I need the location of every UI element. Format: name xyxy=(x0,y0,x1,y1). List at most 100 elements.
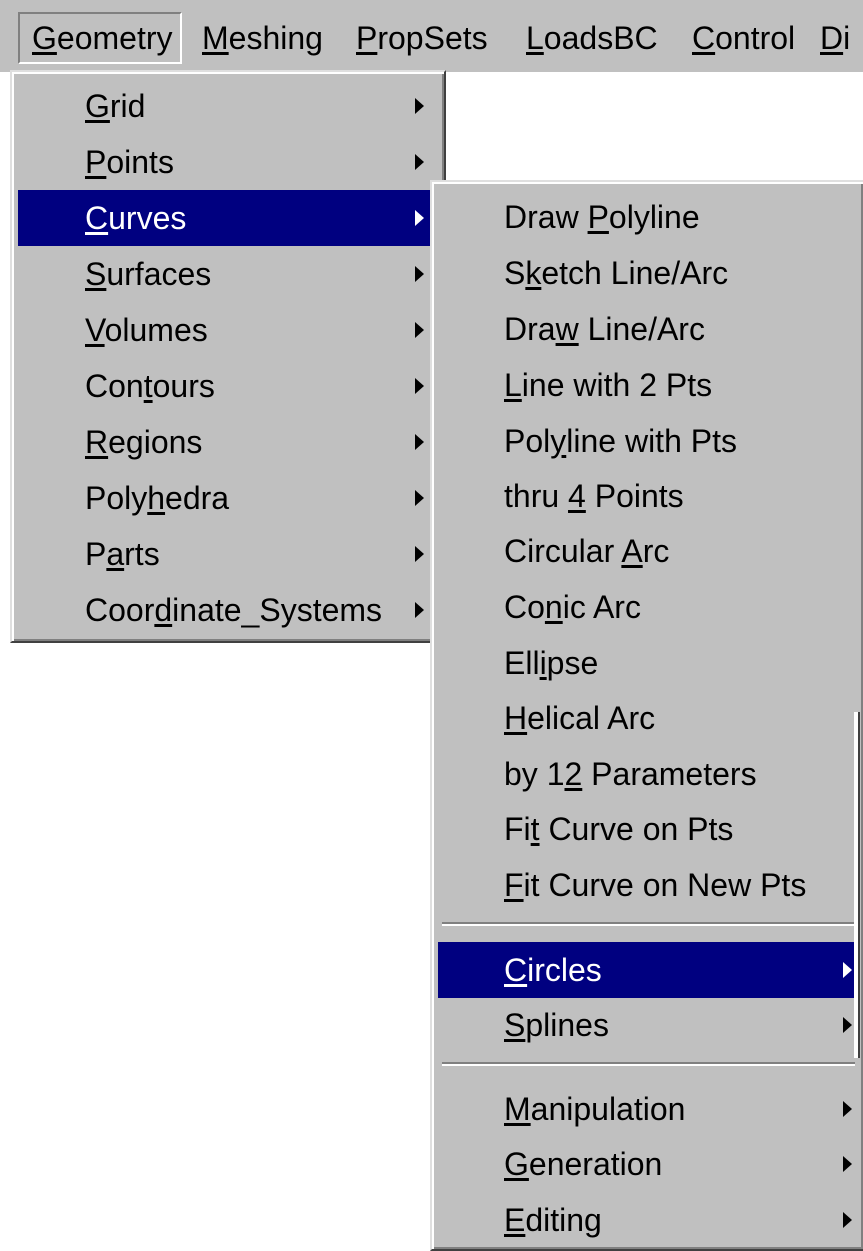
menu-loadsbc-key: L xyxy=(526,20,544,56)
label-post: urves xyxy=(108,200,187,236)
menu-item-circles[interactable]: Circles xyxy=(438,942,859,998)
menu-item-label: Editing xyxy=(504,1192,602,1248)
label-post: edra xyxy=(165,480,230,516)
menu-separator xyxy=(442,1062,855,1066)
label-key: F xyxy=(504,867,524,903)
menu-item-label: Helical Arc xyxy=(504,690,655,746)
menu-item-circular-arc[interactable]: Circular Arc xyxy=(438,523,859,579)
menu-item-by-12-parameters[interactable]: by 12 Parameters xyxy=(438,746,859,802)
menu-item-label: Coordinate_Systems xyxy=(85,582,382,638)
menu-item-thru-4-points[interactable]: thru 4 Points xyxy=(438,468,859,524)
submenu-arrow-icon xyxy=(843,1101,852,1117)
menu-propsets[interactable]: PropSets xyxy=(356,12,488,64)
menu-item-label: thru 4 Points xyxy=(504,468,684,524)
menu-geometry[interactable]: Geometry xyxy=(18,12,182,64)
menu-item-grid[interactable]: Grid xyxy=(18,78,430,134)
menu-item-fit-curve-on-new-pts[interactable]: Fit Curve on New Pts xyxy=(438,857,859,913)
label-key: C xyxy=(504,952,528,988)
menu-item-curves[interactable]: Curves xyxy=(18,190,430,246)
menu-item-draw-polyline[interactable]: Draw Polyline xyxy=(438,189,859,245)
label-key: A xyxy=(621,533,643,569)
label-key: S xyxy=(85,256,107,292)
menu-item-fit-curve-on-pts[interactable]: Fit Curve on Pts xyxy=(438,801,859,857)
menu-item-label: Regions xyxy=(85,414,202,470)
label-key: G xyxy=(504,1146,529,1182)
menu-item-helical-arc[interactable]: Helical Arc xyxy=(438,690,859,746)
label-pre: Pol xyxy=(504,423,551,459)
menu-item-label: Polyhedra xyxy=(85,470,229,526)
submenu-arrow-icon xyxy=(843,1017,852,1033)
label-key: 4 xyxy=(568,478,586,514)
menu-item-polyhedra[interactable]: Polyhedra xyxy=(18,470,430,526)
label-key: w xyxy=(555,311,579,347)
menu-item-editing[interactable]: Editing xyxy=(438,1192,859,1248)
menu-item-line-with-2-pts[interactable]: Line with 2 Pts xyxy=(438,357,859,413)
menu-item-label: Volumes xyxy=(85,302,208,358)
submenu-arrow-icon xyxy=(415,378,424,394)
label-pre: Coor xyxy=(85,592,155,628)
menu-item-ellipse[interactable]: Ellipse xyxy=(438,635,859,691)
adjacent-submenu-edge xyxy=(854,712,860,1058)
menu-propsets-post: ropSets xyxy=(377,20,488,56)
label-post: inate_Systems xyxy=(172,592,383,628)
label-post: olumes xyxy=(104,312,208,348)
menu-item-regions[interactable]: Regions xyxy=(18,414,430,470)
menu-item-label: Manipulation xyxy=(504,1081,685,1137)
menu-item-surfaces[interactable]: Surfaces xyxy=(18,246,430,302)
menu-item-manipulation[interactable]: Manipulation xyxy=(438,1081,859,1137)
label-pre: P xyxy=(85,536,107,572)
menu-item-coordinate-systems[interactable]: Coordinate_Systems xyxy=(18,582,430,638)
menu-meshing-key: M xyxy=(202,20,229,56)
label-post: it Curve on New Pts xyxy=(523,867,807,903)
menu-item-volumes[interactable]: Volumes xyxy=(18,302,430,358)
label-post: plines xyxy=(525,1007,609,1043)
submenu-arrow-icon xyxy=(415,322,424,338)
label-pre: Fi xyxy=(504,811,531,847)
menu-item-label: Polyline with Pts xyxy=(504,413,737,469)
label-pre: S xyxy=(504,255,526,291)
menu-item-contours[interactable]: Contours xyxy=(18,358,430,414)
menu-item-label: Generation xyxy=(504,1136,662,1192)
label-key: G xyxy=(85,88,110,124)
menu-item-parts[interactable]: Parts xyxy=(18,526,430,582)
menu-loadsbc[interactable]: LoadsBC xyxy=(526,12,658,64)
label-post: anipulation xyxy=(530,1091,686,1127)
label-key: h xyxy=(147,480,166,516)
label-pre: thru xyxy=(504,478,569,514)
menu-item-label: Ellipse xyxy=(504,635,598,691)
menu-item-generation[interactable]: Generation xyxy=(438,1136,859,1192)
menu-item-polyline-with-pts[interactable]: Polyline with Pts xyxy=(438,413,859,469)
menu-display[interactable]: Di xyxy=(820,12,850,64)
label-post: pse xyxy=(546,645,599,681)
submenu-arrow-icon xyxy=(843,962,852,978)
label-key: P xyxy=(85,144,107,180)
label-post: diting xyxy=(525,1202,602,1238)
menu-item-sketch-line-arc[interactable]: Sketch Line/Arc xyxy=(438,245,859,301)
menu-item-conic-arc[interactable]: Conic Arc xyxy=(438,579,859,635)
menu-item-label: Curves xyxy=(85,190,186,246)
menu-item-label: Splines xyxy=(504,997,609,1053)
menu-item-label: by 12 Parameters xyxy=(504,746,757,802)
menu-item-points[interactable]: Points xyxy=(18,134,430,190)
curves-submenu: Draw Polyline Sketch Line/Arc Draw Line/… xyxy=(430,180,863,1251)
submenu-arrow-icon xyxy=(415,210,424,226)
label-post: line with Pts xyxy=(566,423,737,459)
geometry-dropdown-menu: Grid Points Curves Surfaces Volumes Cont… xyxy=(10,70,446,643)
label-key: 2 xyxy=(564,756,583,792)
label-post: Line/Arc xyxy=(578,311,705,347)
menu-item-splines[interactable]: Splines xyxy=(438,997,859,1053)
menu-item-label: Draw Line/Arc xyxy=(504,301,705,357)
menu-meshing[interactable]: Meshing xyxy=(202,12,323,64)
label-pre: Dra xyxy=(504,311,556,347)
label-pre: Circular xyxy=(504,533,622,569)
label-post: ours xyxy=(152,368,215,404)
menu-item-draw-line-arc[interactable]: Draw Line/Arc xyxy=(438,301,859,357)
menu-control[interactable]: Control xyxy=(692,12,795,64)
label-post: ine with 2 Pts xyxy=(521,367,713,403)
label-key: a xyxy=(106,536,125,572)
menu-meshing-post: eshing xyxy=(228,20,323,56)
menu-item-label: Fit Curve on New Pts xyxy=(504,857,806,913)
submenu-arrow-icon xyxy=(415,602,424,618)
label-post: rc xyxy=(642,533,670,569)
label-post: eneration xyxy=(528,1146,663,1182)
